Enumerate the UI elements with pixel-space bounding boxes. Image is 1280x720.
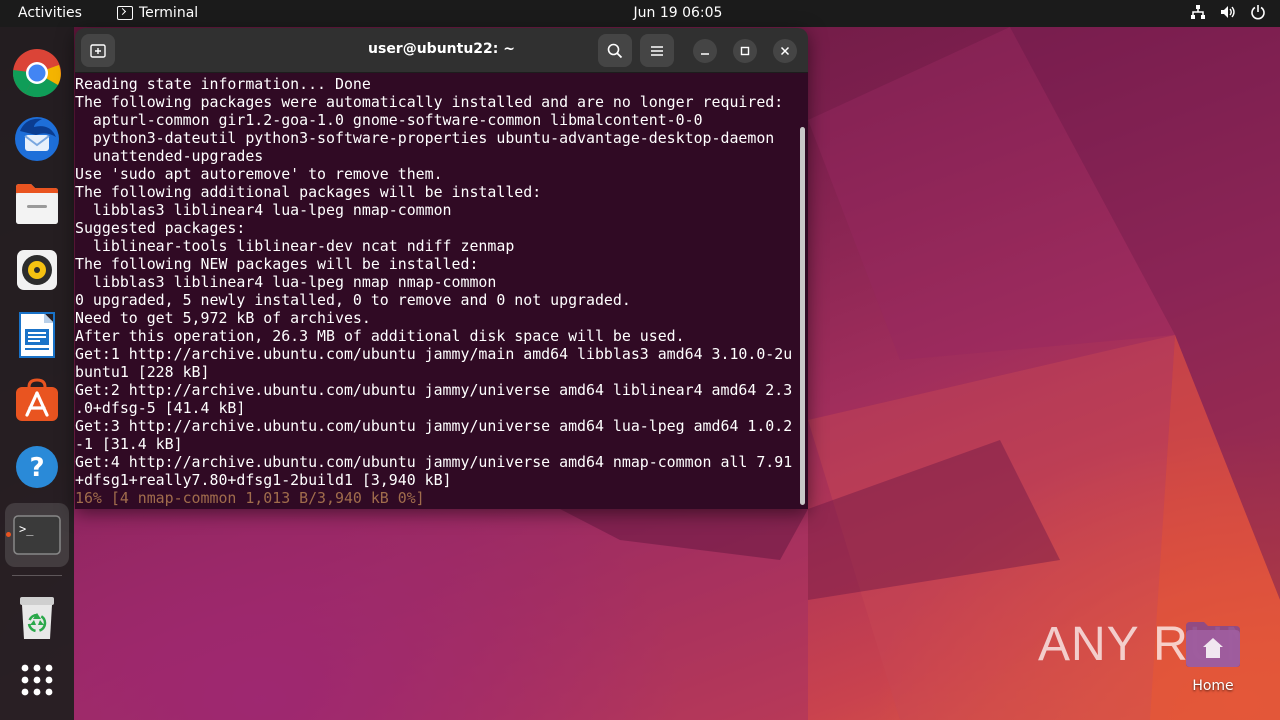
dock: ? >_ [0, 27, 74, 720]
terminal-line: The following NEW packages will be insta… [75, 255, 479, 273]
terminal-line: Need to get 5,972 kB of archives. [75, 309, 371, 327]
minimize-icon [701, 53, 709, 55]
terminal-line: unattended-upgrades [75, 147, 264, 165]
terminal-line: +dfsg1+really7.80+dfsg1-2build1 [3,940 k… [75, 471, 452, 489]
terminal-line: libblas3 liblinear4 lua-lpeg nmap nmap-c… [75, 273, 497, 291]
hamburger-menu-icon [651, 45, 663, 56]
writer-icon [19, 312, 55, 358]
terminal-line: Use 'sudo apt autoremove' to remove them… [75, 165, 443, 183]
terminal-line: Get:3 http://archive.ubuntu.com/ubuntu j… [75, 417, 793, 435]
maximize-button[interactable] [733, 39, 757, 63]
dock-item-writer[interactable] [11, 309, 63, 361]
dock-item-trash[interactable] [11, 592, 63, 644]
dock-item-software[interactable] [11, 375, 63, 427]
terminal-line: libblas3 liblinear4 lua-lpeg nmap-common [75, 201, 452, 219]
terminal-running-indicator [6, 532, 11, 537]
files-icon [16, 184, 58, 224]
terminal-line: Get:2 http://archive.ubuntu.com/ubuntu j… [75, 381, 793, 399]
dock-separator [12, 575, 62, 576]
search-button[interactable] [598, 34, 632, 67]
dock-item-terminal[interactable]: >_ [5, 503, 69, 567]
terminal-line: Reading state information... Done [75, 75, 371, 93]
terminal-line: .0+dfsg-5 [41.4 kB] [75, 399, 246, 417]
terminal-icon: >_ [13, 515, 61, 555]
software-icon [16, 378, 58, 421]
terminal-glyph: >_ [19, 522, 34, 536]
dock-item-chrome[interactable] [11, 47, 63, 99]
network-icon [1191, 5, 1205, 19]
terminal-output[interactable]: Reading state information... Done The fol… [75, 73, 808, 509]
terminal-scrollbar[interactable] [800, 127, 805, 505]
dock-item-help[interactable]: ? [11, 441, 63, 493]
apt-progress-line: 16% [4 nmap-common 1,013 B/3,940 kB 0%] [75, 489, 425, 507]
terminal-line: liblinear-tools liblinear-dev ncat ndiff… [75, 237, 515, 255]
app-menu-label: Terminal [139, 5, 199, 21]
terminal-line: 0 upgraded, 5 newly installed, 0 to remo… [75, 291, 631, 309]
dock-item-show-apps[interactable] [11, 654, 63, 706]
clock[interactable]: Jun 19 06:05 [634, 5, 723, 21]
terminal-line: The following additional packages will b… [75, 183, 542, 201]
system-status-menu[interactable] [1190, 4, 1266, 20]
terminal-line: buntu1 [228 kB] [75, 363, 210, 381]
help-icon: ? [16, 446, 58, 488]
volume-icon [1221, 6, 1235, 18]
desktop-home-folder[interactable] [1184, 620, 1242, 668]
search-icon [607, 43, 623, 58]
menu-button[interactable] [640, 34, 674, 67]
maximize-icon [740, 46, 750, 56]
rhythmbox-icon [17, 250, 57, 290]
terminal-line: -1 [31.4 kB] [75, 435, 183, 453]
chrome-icon [13, 49, 61, 98]
terminal-text: Reading state information... Done The fol… [75, 75, 808, 507]
terminal-line: apturl-common gir1.2-goa-1.0 gnome-softw… [75, 111, 703, 129]
home-folder-label: Home [1192, 678, 1234, 694]
terminal-line: After this operation, 26.3 MB of additio… [75, 327, 685, 345]
trash-icon [20, 597, 54, 639]
terminal-line: Suggested packages: [75, 219, 246, 237]
terminal-line: Get:4 http://archive.ubuntu.com/ubuntu j… [75, 453, 793, 471]
terminal-line: The following packages were automaticall… [75, 93, 784, 111]
close-button[interactable] [773, 39, 797, 63]
top-bar: Activities Terminal Jun 19 06:05 [0, 0, 1280, 27]
svg-text:?: ? [29, 453, 44, 483]
dock-item-rhythmbox[interactable] [11, 244, 63, 296]
activities-button[interactable]: Activities [18, 5, 82, 21]
terminal-headerbar[interactable]: user@ubuntu22: ~ [75, 28, 808, 73]
terminal-window: user@ubuntu22: ~ Reading state informati… [75, 28, 808, 509]
terminal-line: python3-dateutil python3-software-proper… [75, 129, 775, 147]
home-folder-icon [1186, 622, 1240, 667]
apps-grid-icon [21, 664, 53, 696]
terminal-line: Get:1 http://archive.ubuntu.com/ubuntu j… [75, 345, 793, 363]
power-icon [1251, 5, 1265, 20]
terminal-small-icon [117, 6, 133, 20]
minimize-button[interactable] [693, 39, 717, 63]
thunderbird-icon [15, 117, 59, 161]
app-menu[interactable]: Terminal [117, 5, 198, 21]
dock-item-files[interactable] [11, 178, 63, 230]
dock-item-thunderbird[interactable] [11, 112, 63, 164]
close-icon [780, 46, 790, 56]
